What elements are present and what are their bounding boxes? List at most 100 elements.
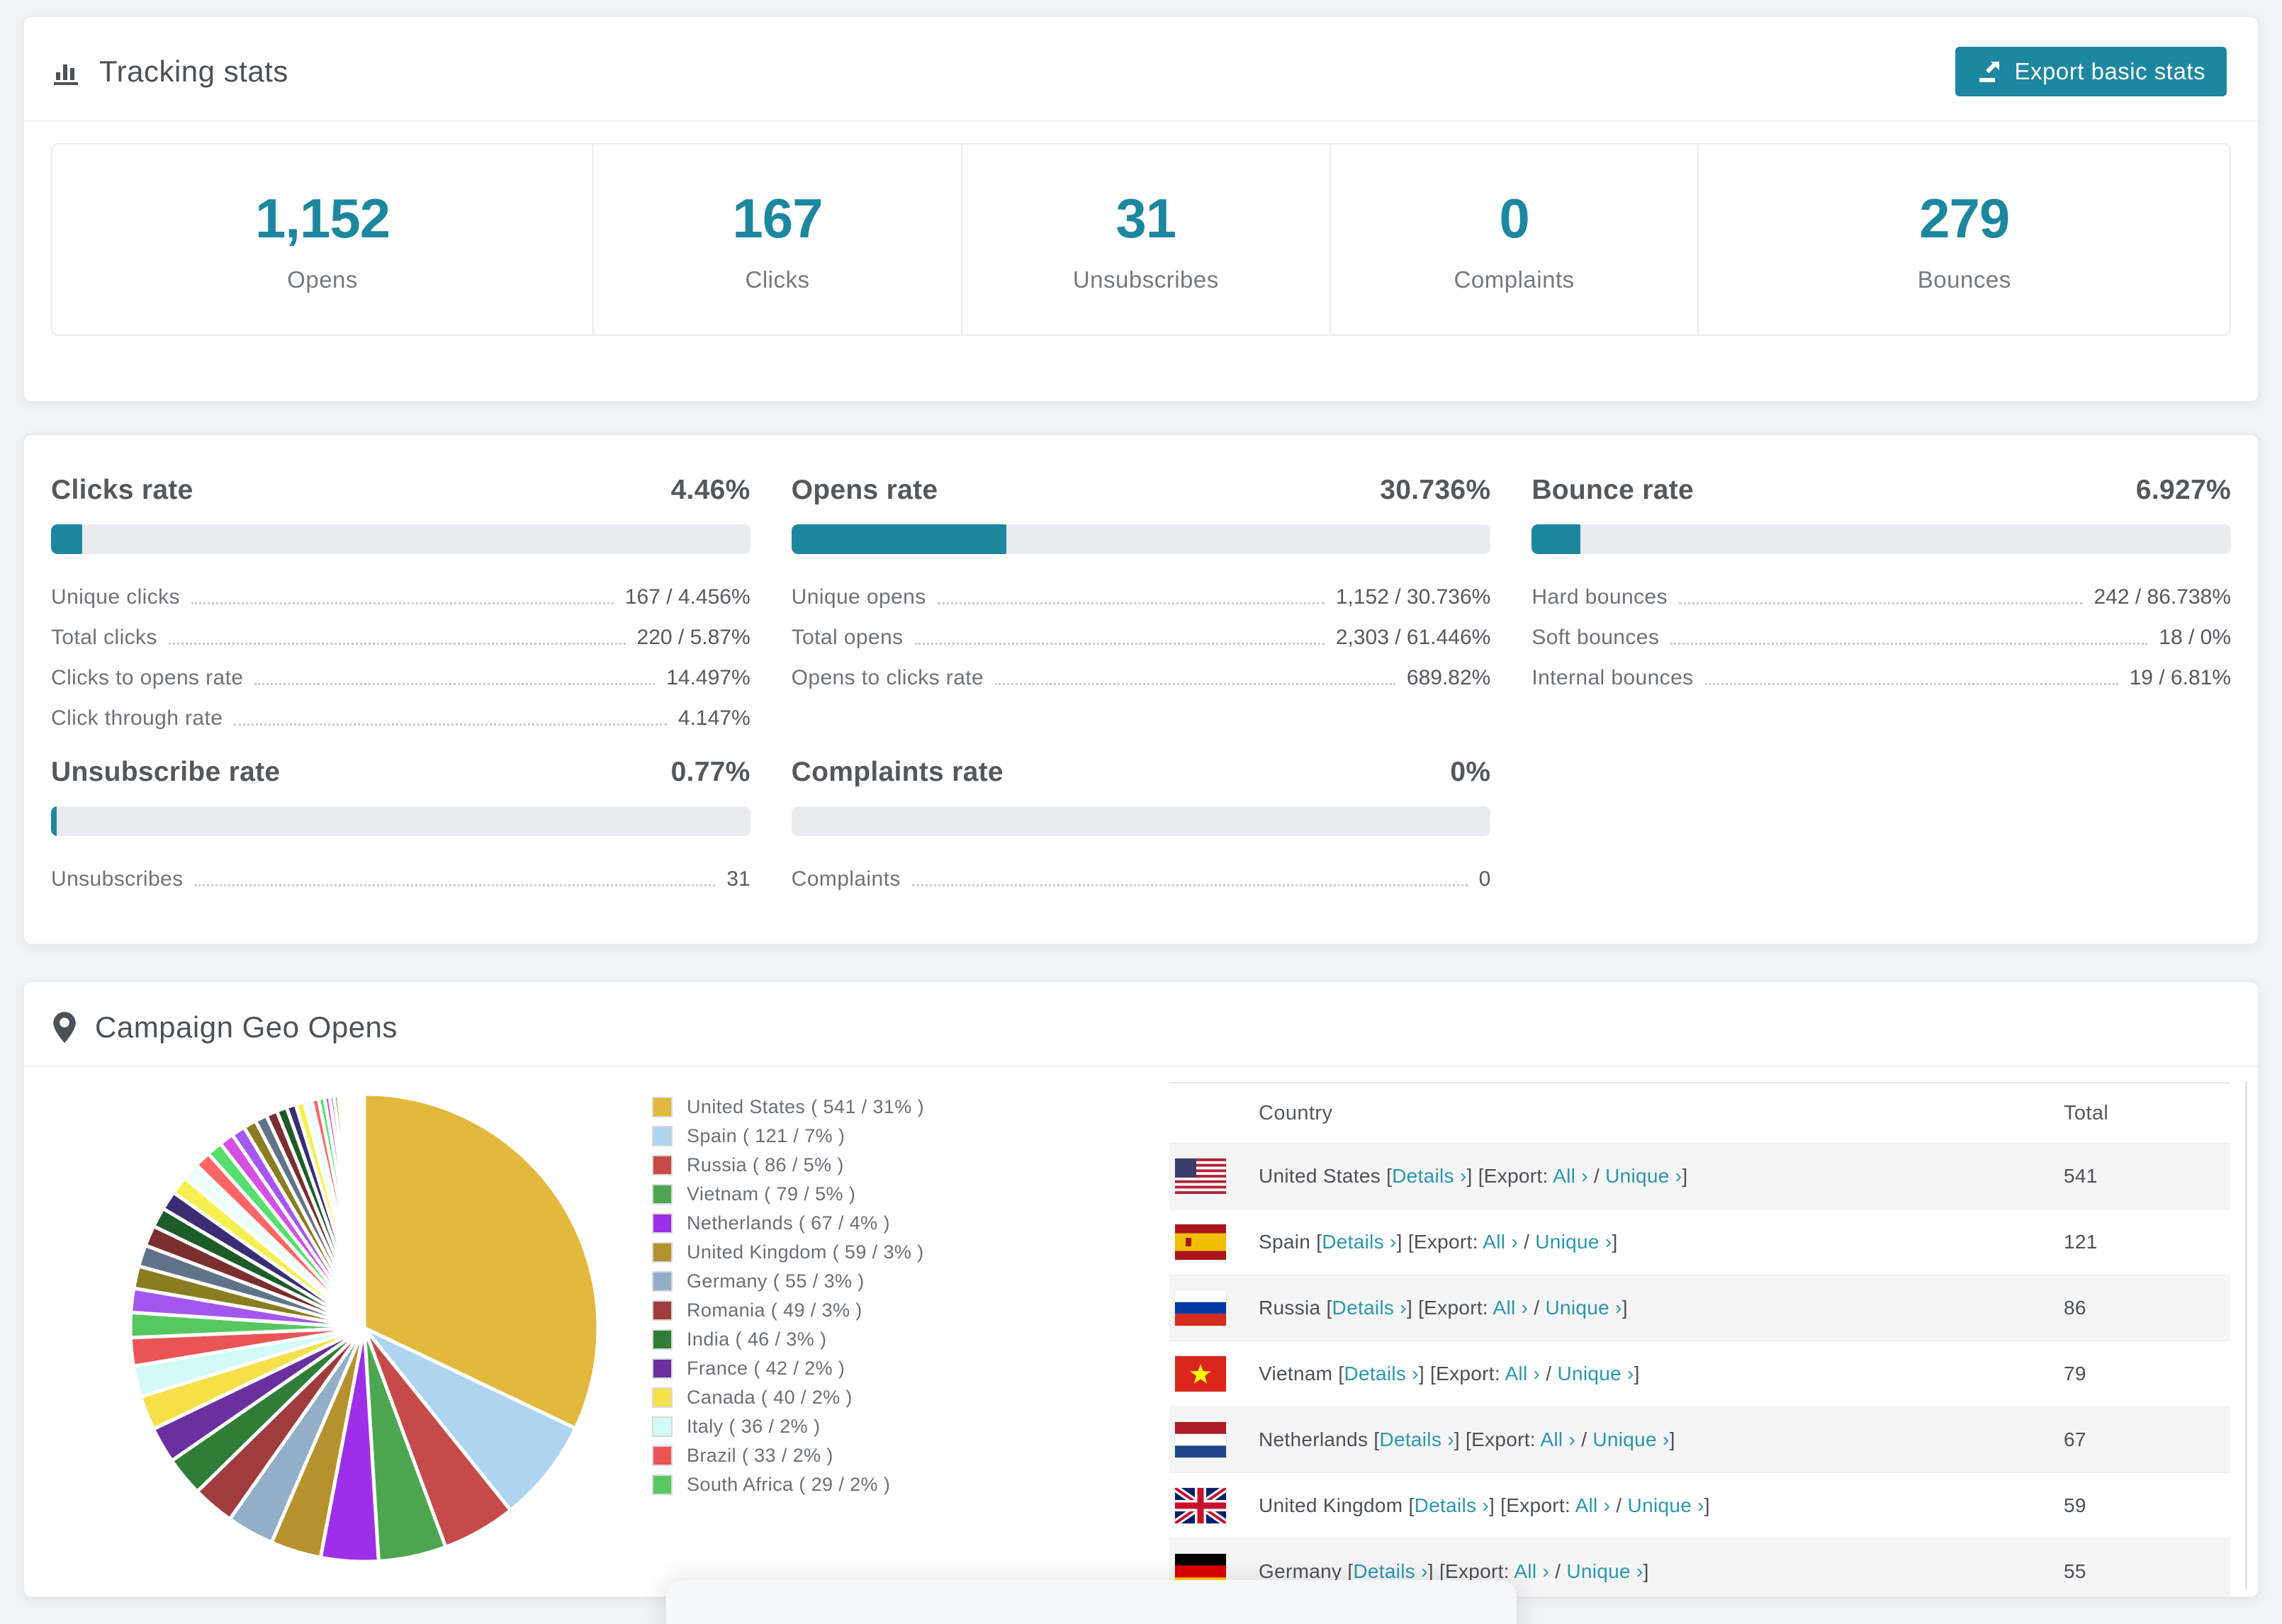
stat-value: 279	[1919, 186, 2010, 249]
rates-card: Clicks rate 4.46% Unique clicks 167 / 4.…	[23, 434, 2259, 945]
details-link[interactable]: Details ›	[1392, 1165, 1466, 1187]
bar-chart-icon	[51, 56, 82, 87]
rate-detail-row: Total opens 2,303 / 61.446%	[792, 617, 1491, 658]
tracking-stats-card: Tracking stats Export basic stats 1,152 …	[23, 16, 2259, 402]
country-flag-icon-gb	[1175, 1488, 1226, 1523]
legend-item-germany[interactable]: Germany ( 55 / 3% )	[652, 1267, 924, 1296]
details-link[interactable]: Details ›	[1379, 1428, 1454, 1450]
geo-header: Campaign Geo Opens	[24, 982, 2258, 1067]
rate-value: 30.736%	[1380, 475, 1491, 505]
legend-color-chip	[652, 1300, 673, 1321]
export-all-link[interactable]: All ›	[1483, 1231, 1518, 1253]
rate-detail-row: Internal bounces 19 / 6.81%	[1531, 658, 2231, 698]
legend-item-india[interactable]: India ( 46 / 3% )	[652, 1325, 924, 1354]
legend-item-russia[interactable]: Russia ( 86 / 5% )	[652, 1151, 924, 1180]
legend-item-france[interactable]: France ( 42 / 2% )	[652, 1354, 924, 1383]
dotted-leader	[995, 683, 1395, 685]
export-unique-link[interactable]: Unique ›	[1546, 1297, 1622, 1319]
geo-body: United States ( 541 / 31% ) Spain ( 121 …	[24, 1067, 2258, 1596]
rate-detail-row: Opens to clicks rate 689.82%	[792, 658, 1491, 698]
legend-label: Germany ( 55 / 3% )	[687, 1270, 865, 1292]
details-link[interactable]: Details ›	[1415, 1494, 1489, 1516]
legend-color-chip	[652, 1184, 673, 1205]
rate-detail-value: 2,303 / 61.446%	[1335, 625, 1491, 649]
rate-detail-value: 242 / 86.738%	[2093, 585, 2232, 609]
legend-item-netherlands[interactable]: Netherlands ( 67 / 4% )	[652, 1209, 924, 1238]
legend-item-united-states[interactable]: United States ( 541 / 31% )	[652, 1093, 924, 1122]
details-link[interactable]: Details ›	[1322, 1231, 1396, 1253]
stat-label: Bounces	[1917, 266, 2011, 293]
export-unique-link[interactable]: Unique ›	[1605, 1165, 1682, 1187]
export-unique-link[interactable]: Unique ›	[1566, 1560, 1643, 1582]
table-row-es: Spain [Details ›] [Export: All › / Uniqu…	[1169, 1209, 2230, 1275]
legend-label: United States ( 541 / 31% )	[687, 1096, 924, 1117]
dotted-leader	[194, 884, 716, 886]
total-cell: 79	[2064, 1363, 2086, 1385]
table-scrollbar-track[interactable]	[2245, 1082, 2247, 1589]
rate-detail-label: Clicks to opens rate	[51, 665, 244, 689]
rate-detail-label: Total clicks	[51, 625, 157, 649]
rate-title: Opens rate	[791, 475, 938, 505]
export-icon	[1977, 59, 2002, 84]
legend-item-italy[interactable]: Italy ( 36 / 2% )	[652, 1412, 924, 1441]
export-all-link[interactable]: All ›	[1575, 1494, 1611, 1516]
export-all-link[interactable]: All ›	[1493, 1297, 1529, 1319]
export-unique-link[interactable]: Unique ›	[1628, 1494, 1704, 1516]
dotted-leader	[911, 884, 1468, 886]
total-cell: 67	[2064, 1428, 2086, 1450]
country-flag-icon-es	[1175, 1224, 1226, 1260]
legend-label: France ( 42 / 2% )	[687, 1358, 845, 1379]
export-all-link[interactable]: All ›	[1540, 1428, 1575, 1450]
rate-progress-fill	[51, 524, 82, 554]
rate-detail-label: Click through rate	[51, 706, 223, 730]
export-basic-stats-button[interactable]: Export basic stats	[1955, 47, 2227, 96]
rate-section: Complaints rate 0% Complaints 0	[791, 757, 1491, 899]
legend-item-united-kingdom[interactable]: United Kingdom ( 59 / 3% )	[652, 1238, 924, 1267]
rate-progress-bar	[791, 524, 1491, 554]
total-cell: 59	[2064, 1494, 2086, 1516]
legend-item-romania[interactable]: Romania ( 49 / 3% )	[652, 1296, 924, 1325]
details-link[interactable]: Details ›	[1332, 1297, 1407, 1319]
geo-country-table: Country Total United States [Details ›] …	[1169, 1082, 2230, 1596]
column-header-total: Total	[2064, 1101, 2109, 1124]
rate-value: 4.46%	[670, 475, 751, 505]
rate-detail-value: 31	[726, 867, 751, 891]
dotted-leader	[1670, 643, 2148, 645]
rate-value: 6.927%	[2135, 475, 2231, 505]
rate-title: Complaints rate	[791, 757, 1004, 787]
stat-cell-opens: 1,152 Opens	[52, 145, 595, 334]
stat-label: Complaints	[1454, 266, 1575, 293]
details-link[interactable]: Details ›	[1353, 1560, 1427, 1582]
export-unique-link[interactable]: Unique ›	[1592, 1428, 1669, 1450]
legend-item-spain[interactable]: Spain ( 121 / 7% )	[652, 1122, 924, 1151]
total-cell: 86	[2064, 1297, 2086, 1319]
legend-color-chip	[652, 1387, 673, 1408]
export-unique-link[interactable]: Unique ›	[1557, 1363, 1634, 1385]
rate-section-header: Unsubscribe rate 0.77%	[51, 757, 751, 788]
rate-detail-label: Complaints	[791, 867, 901, 891]
legend-item-vietnam[interactable]: Vietnam ( 79 / 5% )	[652, 1180, 924, 1209]
table-row-gb: United Kingdom [Details ›] [Export: All …	[1169, 1472, 2230, 1538]
legend-item-canada[interactable]: Canada ( 40 / 2% )	[652, 1383, 924, 1412]
total-cell: 55	[2064, 1560, 2086, 1582]
stat-value: 1,152	[254, 186, 390, 249]
export-all-link[interactable]: All ›	[1514, 1560, 1549, 1582]
rate-section: Bounce rate 6.927% Hard bounces 242 / 86…	[1531, 475, 2231, 738]
rate-title: Bounce rate	[1531, 475, 1694, 505]
export-all-link[interactable]: All ›	[1505, 1363, 1540, 1385]
stat-value: 0	[1499, 186, 1529, 249]
column-header-country: Country	[1259, 1101, 1333, 1124]
rate-value: 0.77%	[670, 757, 751, 787]
legend-color-chip	[652, 1242, 673, 1263]
rate-value: 0%	[1450, 757, 1491, 787]
legend-color-chip	[652, 1358, 673, 1379]
stat-value: 167	[732, 186, 823, 249]
export-all-link[interactable]: All ›	[1553, 1165, 1588, 1187]
legend-item-south-africa[interactable]: South Africa ( 29 / 2% )	[652, 1470, 924, 1499]
legend-item-brazil[interactable]: Brazil ( 33 / 2% )	[652, 1441, 924, 1470]
stat-label: Clicks	[745, 266, 810, 293]
rate-detail-row: Clicks to opens rate 14.497%	[51, 658, 751, 698]
export-unique-link[interactable]: Unique ›	[1535, 1231, 1612, 1253]
legend-color-chip	[652, 1271, 673, 1292]
details-link[interactable]: Details ›	[1344, 1363, 1418, 1385]
